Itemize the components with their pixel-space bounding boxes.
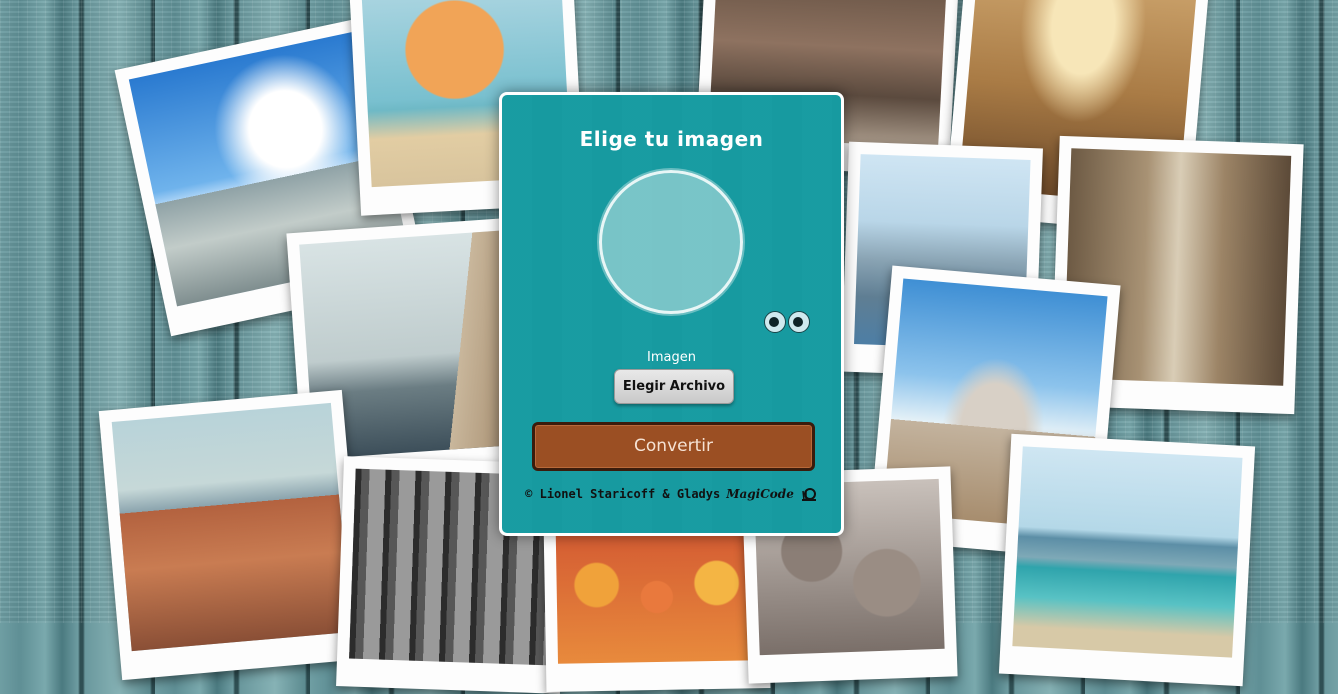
eye-left [764, 311, 786, 333]
snail-logo-icon [801, 488, 816, 501]
brand-name: MagiCode [726, 487, 794, 501]
credits: © Lionel Staricoff & Gladys MagiCode [502, 487, 841, 501]
choose-file-button[interactable]: Elegir Archivo [614, 369, 734, 404]
photo-city-view [98, 389, 366, 681]
image-field-label: Imagen [647, 350, 696, 365]
upload-card: Elige tu imagen Imagen Elegir Archivo Co… [499, 92, 844, 536]
credits-text: © Lionel Staricoff & Gladys [525, 487, 721, 501]
image-preview-circle [599, 170, 743, 314]
card-title: Elige tu imagen [579, 127, 764, 151]
eyes-icon [764, 311, 814, 335]
photo-fruit-market [543, 518, 771, 692]
eye-right [788, 311, 810, 333]
convert-button[interactable]: Convertir [532, 422, 815, 471]
photo-hotel-vela [998, 433, 1256, 687]
